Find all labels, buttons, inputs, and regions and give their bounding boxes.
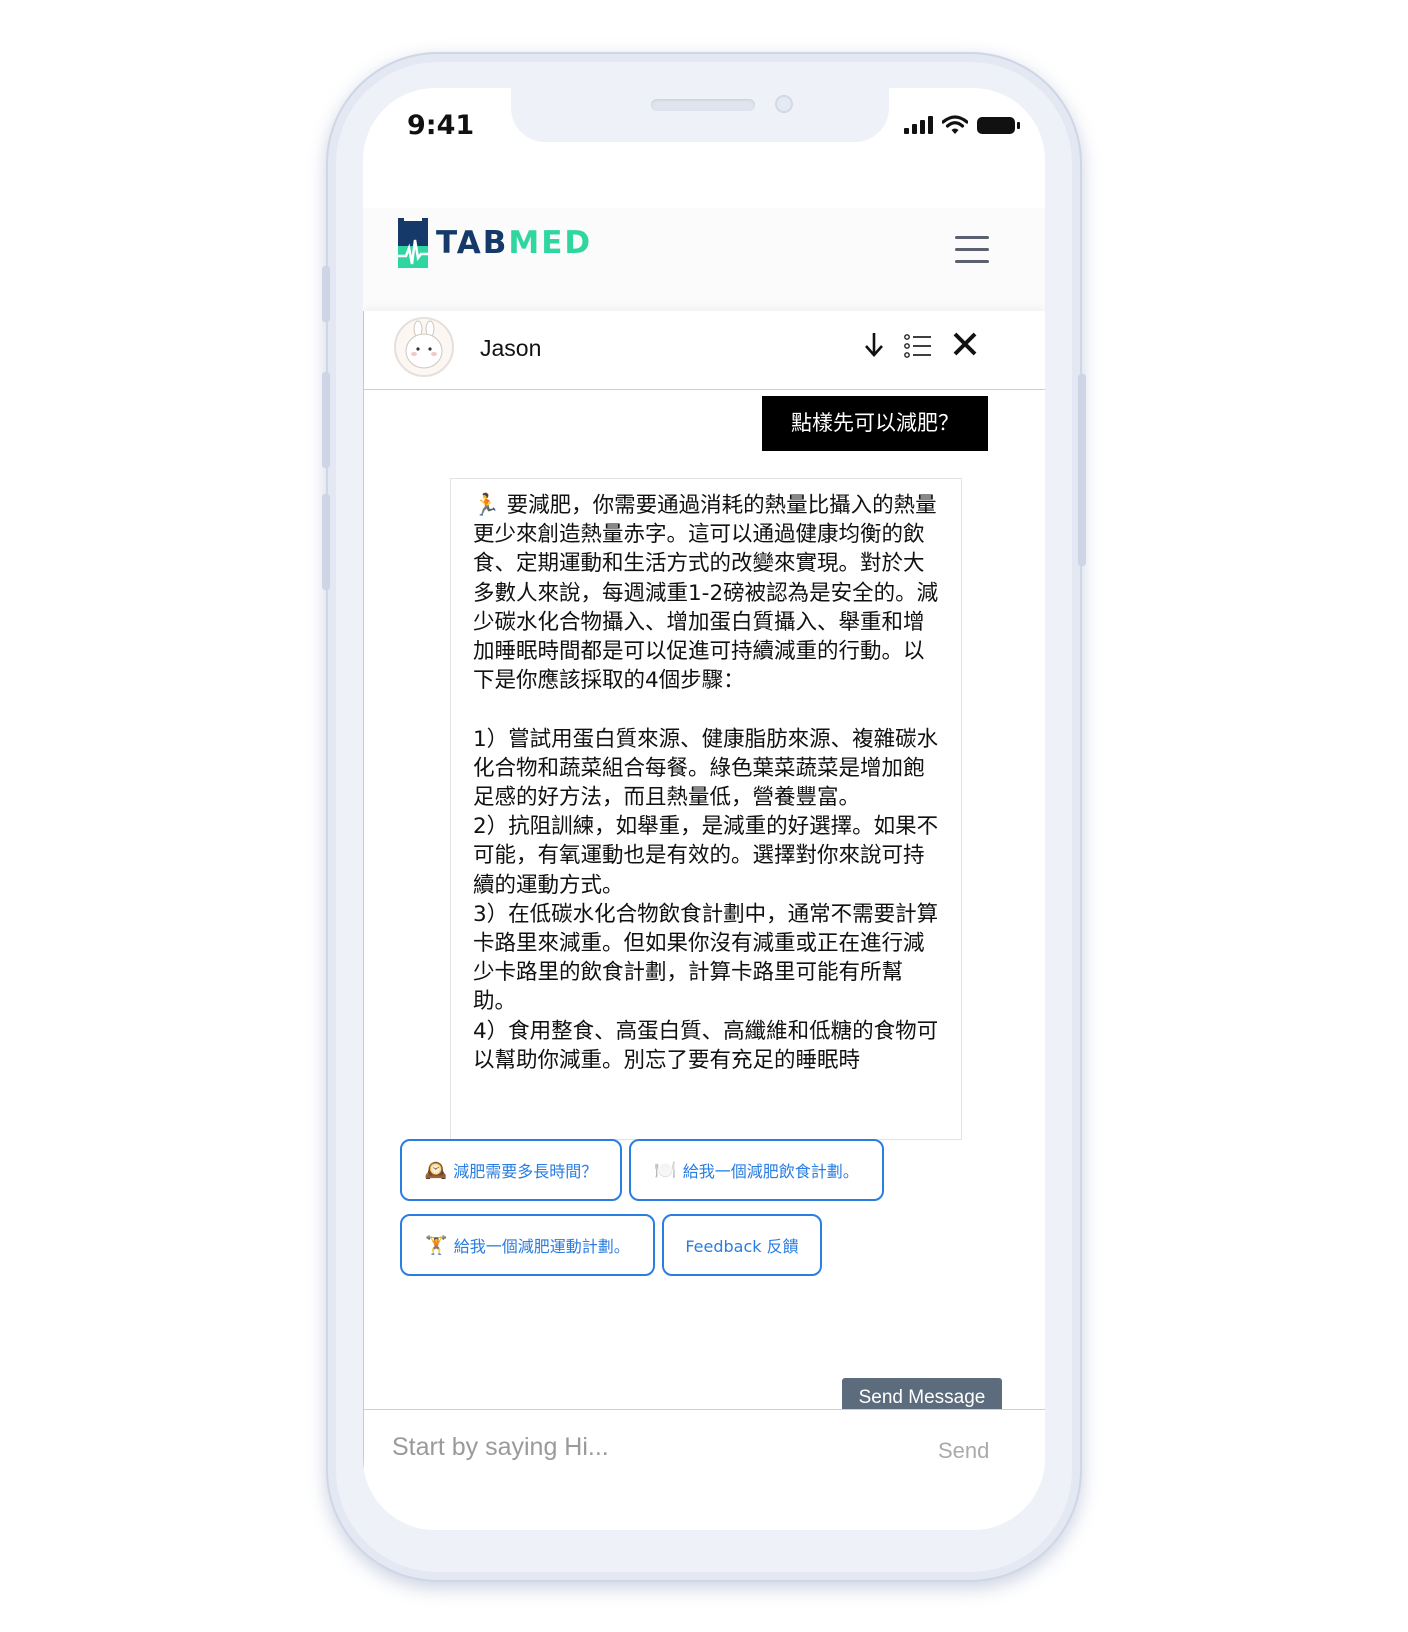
chat-panel: Jason 點樣先可以減肥？ 🏃 要減肥，你需要通過消耗的熱量比攝入的熱量更少來…	[363, 311, 1045, 1530]
message-input-area: Send	[364, 1409, 1045, 1530]
speaker	[651, 99, 755, 111]
agent-name: Jason	[480, 335, 542, 361]
chat-header: Jason	[364, 311, 1045, 390]
phone-power-button	[1078, 374, 1086, 566]
quick-reply-exercise-plan[interactable]: 🏋️ 給我一個減肥運動計劃。	[400, 1214, 655, 1276]
logo-text-tab: TAB	[436, 225, 509, 261]
quick-reply-duration[interactable]: 🕰️ 減肥需要多長時間？	[400, 1139, 622, 1201]
quick-reply-feedback[interactable]: Feedback 反饋	[662, 1214, 822, 1276]
phone-volume-up-button	[322, 372, 330, 468]
battery-icon	[977, 116, 1020, 134]
logo-text: TABMED	[436, 225, 592, 261]
notch	[511, 88, 889, 142]
send-button[interactable]: Send	[938, 1438, 989, 1464]
quick-reply-label: 給我一個減肥運動計劃。	[453, 1237, 630, 1256]
quick-reply-label: Feedback 反饋	[685, 1237, 799, 1256]
message-input[interactable]	[390, 1428, 914, 1466]
bunny-avatar-icon	[405, 320, 443, 369]
weightlifter-icon: 🏋️	[425, 1234, 448, 1256]
close-icon[interactable]	[952, 331, 978, 357]
quick-reply-label: 減肥需要多長時間？	[453, 1162, 598, 1181]
phone-screen: 9:41 TABMED Jason 點樣先可以減肥？ 🏃 要減肥，你需要通過消耗…	[363, 88, 1045, 1530]
status-icons	[904, 112, 1020, 138]
bot-message-text: 🏃 要減肥，你需要通過消耗的熱量比攝入的熱量更少來創造熱量赤字。這可以通過健康均…	[473, 493, 939, 1073]
list-icon[interactable]	[904, 333, 932, 359]
clock-icon: 🕰️	[424, 1159, 448, 1181]
quick-reply-label: 給我一個減肥飲食計劃。	[682, 1162, 859, 1181]
quick-reply-diet-plan[interactable]: 🍽️ 給我一個減肥飲食計劃。	[629, 1139, 884, 1201]
plate-icon: 🍽️	[654, 1159, 677, 1181]
phone-side-button	[322, 266, 330, 322]
wifi-icon	[942, 115, 968, 134]
avatar	[394, 317, 454, 377]
camera	[775, 95, 793, 113]
tabmed-logo-icon	[398, 218, 428, 268]
logo-text-med: MED	[508, 225, 593, 261]
user-message: 點樣先可以減肥？	[762, 396, 988, 451]
bot-message: 🏃 要減肥，你需要通過消耗的熱量比攝入的熱量更少來創造熱量赤字。這可以通過健康均…	[450, 478, 962, 1140]
menu-icon[interactable]	[955, 236, 989, 264]
tabmed-logo[interactable]: TABMED	[398, 218, 592, 268]
status-time: 9:41	[407, 110, 475, 141]
signal-icon	[904, 116, 933, 134]
arrow-down-icon[interactable]	[862, 329, 886, 359]
phone-volume-down-button	[322, 494, 330, 590]
